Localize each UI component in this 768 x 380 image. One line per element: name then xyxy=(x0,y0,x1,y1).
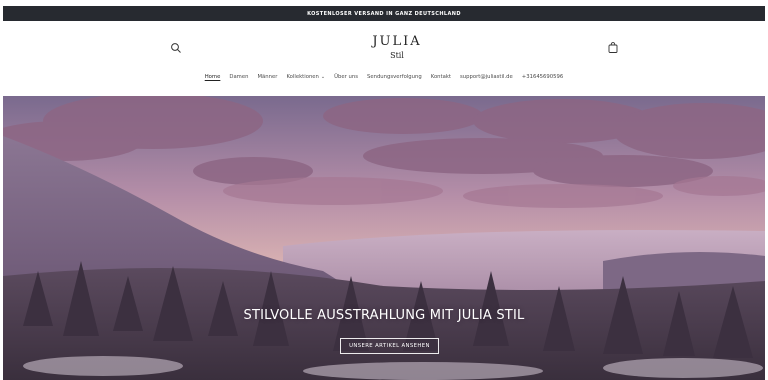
search-icon[interactable] xyxy=(170,42,182,54)
view-products-button[interactable]: UNSERE ARTIKEL ANSEHEN xyxy=(340,338,439,354)
chevron-down-icon: ⌄ xyxy=(320,74,326,80)
shopping-bag-icon[interactable] xyxy=(607,41,619,54)
nav-maenner[interactable]: Männer xyxy=(257,74,277,80)
nav-kollektionen[interactable]: Kollektionen ⌄ xyxy=(286,74,325,80)
nav-home[interactable]: Home xyxy=(205,74,221,80)
nav-phone-label: +31645690596 xyxy=(521,74,564,80)
nav-email-label: support@juliastil.de xyxy=(460,74,513,80)
nav-kollektionen-label: Kollektionen xyxy=(286,74,319,80)
logo-text-stil: Stil xyxy=(390,51,404,60)
brand-logo[interactable]: JULIA Stil xyxy=(367,32,427,66)
nav-email[interactable]: support@juliastil.de xyxy=(460,74,513,80)
nav-sendungsverfolgung-label: Sendungsverfolgung xyxy=(366,74,422,80)
site-header: JULIA Stil Home Damen Männer Kollektione… xyxy=(3,21,765,96)
nav-ueber-uns[interactable]: Über uns xyxy=(334,74,358,80)
main-navigation: Home Damen Männer Kollektionen ⌄ Über uns… xyxy=(3,74,765,80)
nav-damen-label: Damen xyxy=(229,74,249,80)
logo-text-julia: JULIA xyxy=(372,34,422,49)
announcement-text: KOSTENLOSER VERSAND IN GANZ DEUTSCHLAND xyxy=(307,10,461,17)
announcement-bar: KOSTENLOSER VERSAND IN GANZ DEUTSCHLAND xyxy=(3,6,765,21)
hero-banner: STILVOLLE AUSSTRAHLUNG MIT JULIA STIL UN… xyxy=(3,96,765,380)
nav-phone[interactable]: +31645690596 xyxy=(522,74,564,80)
nav-kontakt-label: Kontakt xyxy=(430,74,452,80)
nav-home-label: Home xyxy=(204,74,221,80)
nav-maenner-label: Männer xyxy=(257,74,278,80)
nav-kontakt[interactable]: Kontakt xyxy=(431,74,451,80)
nav-damen[interactable]: Damen xyxy=(229,74,248,80)
nav-ueber-uns-label: Über uns xyxy=(334,74,358,80)
hero-title: STILVOLLE AUSSTRAHLUNG MIT JULIA STIL xyxy=(243,308,525,323)
nav-sendungsverfolgung[interactable]: Sendungsverfolgung xyxy=(367,74,422,80)
